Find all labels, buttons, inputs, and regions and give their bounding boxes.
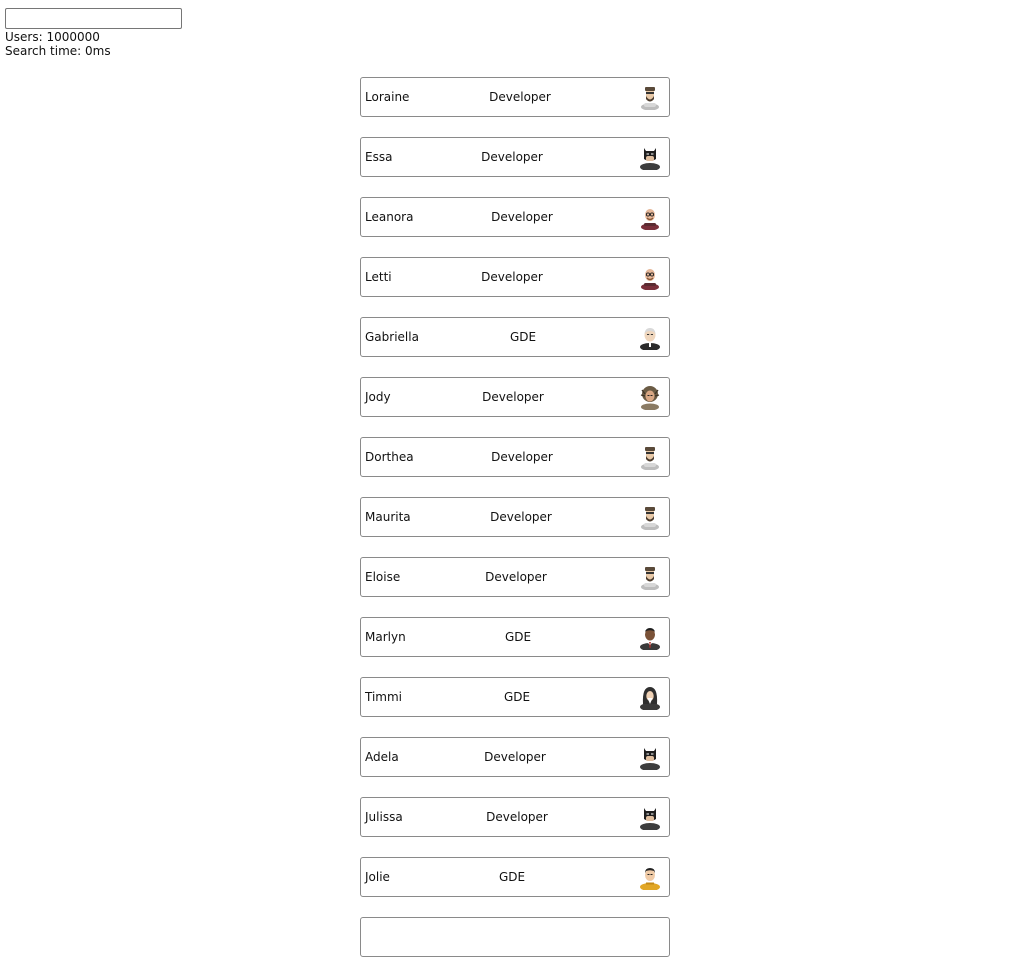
user-card[interactable]: Dorthea Developer <box>360 437 670 477</box>
user-card[interactable]: Jolie GDE <box>360 857 670 897</box>
user-role: Developer <box>491 450 553 464</box>
user-name: Gabriella <box>365 330 419 344</box>
user-card[interactable]: Gabriella GDE <box>360 317 670 357</box>
user-name: Maurita <box>365 510 411 524</box>
white-hair-avatar-icon <box>637 324 663 350</box>
users-count: Users: 1000000 <box>5 30 100 44</box>
batman-avatar-icon <box>637 744 663 770</box>
suit-tie-avatar-icon <box>637 624 663 650</box>
user-role: Developer <box>481 150 543 164</box>
user-name: Eloise <box>365 570 401 584</box>
user-card[interactable]: Adela Developer <box>360 737 670 777</box>
user-card[interactable]: Julissa Developer <box>360 797 670 837</box>
user-card[interactable]: Leanora Developer <box>360 197 670 237</box>
user-role: GDE <box>498 870 526 884</box>
user-name: Essa <box>365 150 393 164</box>
batman-avatar-icon <box>637 804 663 830</box>
user-card[interactable]: Letti Developer <box>360 257 670 297</box>
yellow-shirt-avatar-icon <box>637 864 663 890</box>
user-name: Dorthea <box>365 450 414 464</box>
user-name: Marlyn <box>365 630 406 644</box>
search-input[interactable] <box>5 8 182 29</box>
user-card[interactable]: Marlyn GDE <box>360 617 670 657</box>
bearded-mohawk-avatar-icon <box>637 444 663 470</box>
user-name: Jolie <box>365 870 390 884</box>
user-name: Loraine <box>365 90 410 104</box>
bald-glasses-avatar-icon <box>637 204 663 230</box>
user-name: Timmi <box>365 690 403 704</box>
search-time: Search time: 0ms <box>5 44 111 58</box>
user-role: Developer <box>485 570 547 584</box>
user-card[interactable]: Essa Developer <box>360 137 670 177</box>
user-role: Developer <box>482 390 544 404</box>
user-card[interactable] <box>360 917 670 957</box>
user-role: GDE <box>504 630 532 644</box>
hooded-avatar-icon <box>637 684 663 710</box>
user-role: Developer <box>484 750 546 764</box>
bearded-mohawk-avatar-icon <box>637 564 663 590</box>
user-role: Developer <box>486 810 548 824</box>
bearded-mohawk-avatar-icon <box>637 504 663 530</box>
user-card[interactable]: Maurita Developer <box>360 497 670 537</box>
user-name: Letti <box>365 270 392 284</box>
user-list: Loraine Developer Essa Developer Leanora De… <box>360 77 670 977</box>
user-card[interactable]: Eloise Developer <box>360 557 670 597</box>
user-card[interactable]: Loraine Developer <box>360 77 670 117</box>
bald-glasses-avatar-icon <box>637 264 663 290</box>
search-panel: Users: 1000000 Search time: 0ms <box>5 8 245 58</box>
user-role: Developer <box>490 510 552 524</box>
user-name: Adela <box>365 750 399 764</box>
user-name: Leanora <box>365 210 414 224</box>
user-card[interactable]: Jody Developer <box>360 377 670 417</box>
user-name: Jody <box>365 390 391 404</box>
bearded-mohawk-avatar-icon <box>637 84 663 110</box>
user-card[interactable]: Timmi GDE <box>360 677 670 717</box>
dreadlocks-avatar-icon <box>637 384 663 410</box>
user-role: GDE <box>503 690 531 704</box>
batman-avatar-icon <box>637 144 663 170</box>
user-role: Developer <box>489 90 551 104</box>
user-name: Julissa <box>365 810 403 824</box>
user-role: Developer <box>491 210 553 224</box>
user-role: Developer <box>481 270 543 284</box>
